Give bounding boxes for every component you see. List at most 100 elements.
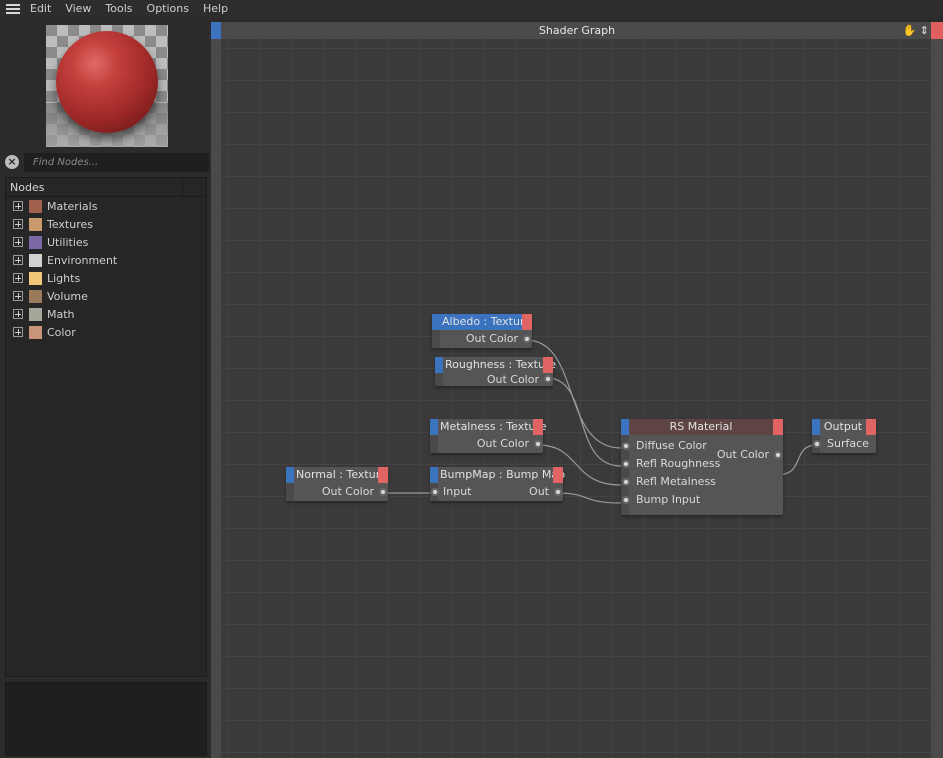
tree-item-utilities[interactable]: Utilities xyxy=(6,233,206,251)
category-list: Materials Textures Utilities Environment Lig… xyxy=(6,197,206,341)
node-title: Output xyxy=(823,420,863,433)
port-label: Refl Roughness xyxy=(636,457,721,470)
expand-icon[interactable] xyxy=(13,255,23,265)
tree-item-environment[interactable]: Environment xyxy=(6,251,206,269)
graph-title-bar: Shader Graph ✋ ⇕ xyxy=(211,22,943,39)
left-panel: × Nodes Materials Textures Utilities Enviro… xyxy=(0,17,211,758)
nodes-header: Nodes xyxy=(6,178,206,197)
tree-item-label: Math xyxy=(47,307,75,321)
roughness-texture-node[interactable]: Roughness : Texture Out Color xyxy=(435,357,556,386)
albedo-texture-node[interactable]: Albedo : Texture Out Color xyxy=(432,314,532,348)
expand-icon[interactable] xyxy=(13,219,23,229)
port-label: Out xyxy=(529,485,549,498)
graph-canvas[interactable]: Albedo : Texture Out Color Roughness : T… xyxy=(221,39,931,758)
menu-options[interactable]: Options xyxy=(147,2,189,15)
category-swatch-icon xyxy=(29,235,42,249)
tree-item-math[interactable]: Math xyxy=(6,305,206,323)
port-label: Input xyxy=(443,485,472,498)
wire-bump-out-bump-input xyxy=(556,492,622,504)
wire-roughness-refl-roughness xyxy=(546,377,622,467)
expand-icon[interactable] xyxy=(13,201,23,211)
tree-item-textures[interactable]: Textures xyxy=(6,215,206,233)
tree-item-label: Lights xyxy=(47,271,81,285)
expand-icon[interactable] xyxy=(13,309,23,319)
output-node[interactable]: Output Surface xyxy=(812,419,876,453)
tree-item-label: Color xyxy=(47,325,76,339)
wire-material-output xyxy=(776,444,818,476)
tree-item-volume[interactable]: Volume xyxy=(6,287,206,305)
out-color-port[interactable] xyxy=(544,375,552,383)
menu-edit[interactable]: Edit xyxy=(30,2,51,15)
surface-port[interactable] xyxy=(813,440,821,448)
normal-texture-node[interactable]: Normal : Texture Out Color xyxy=(286,467,388,501)
move-arrows-icon[interactable]: ⇕ xyxy=(920,24,929,37)
category-swatch-icon xyxy=(29,307,42,321)
connection-wires xyxy=(382,339,818,504)
nodes-tree: Nodes Materials Textures Utilities Environm… xyxy=(5,177,207,677)
tree-item-label: Volume xyxy=(47,289,88,303)
title-left-tab[interactable] xyxy=(211,22,221,39)
category-swatch-icon xyxy=(29,325,42,339)
tree-item-label: Textures xyxy=(47,217,93,231)
tree-item-lights[interactable]: Lights xyxy=(6,269,206,287)
port-row: Out Color xyxy=(432,330,532,348)
pan-hand-icon[interactable]: ✋ xyxy=(903,24,917,37)
diffuse-color-port[interactable] xyxy=(622,442,630,450)
hamburger-menu-icon[interactable] xyxy=(6,3,20,14)
tree-item-label: Utilities xyxy=(47,235,89,249)
tree-item-label: Environment xyxy=(47,253,118,267)
port-row: Input Out xyxy=(430,483,563,501)
rs-material-node[interactable]: RS Material Diffuse Color Refl Roughness… xyxy=(621,419,783,515)
graph-title: Shader Graph xyxy=(538,24,616,37)
refl-roughness-port[interactable] xyxy=(622,460,630,468)
input-port[interactable] xyxy=(431,488,439,496)
tree-item-color[interactable]: Color xyxy=(6,323,206,341)
category-swatch-icon xyxy=(29,289,42,303)
category-swatch-icon xyxy=(29,217,42,231)
preview-sphere xyxy=(56,31,158,133)
node-title: Metalness : Texture xyxy=(440,420,547,433)
port-label: Out Color xyxy=(486,373,539,386)
port-label: Bump Input xyxy=(636,493,701,506)
node-title: RS Material xyxy=(669,420,733,433)
shader-graph-window: Shader Graph ✋ ⇕ Albedo : Texture Out Co… xyxy=(211,22,943,758)
bumpmap-node[interactable]: BumpMap : Bump Map Input Out xyxy=(430,467,565,501)
expand-icon[interactable] xyxy=(13,291,23,301)
title-right-tab[interactable] xyxy=(931,22,943,39)
metalness-texture-node[interactable]: Metalness : Texture Out Color xyxy=(430,419,547,453)
out-color-port[interactable] xyxy=(774,451,782,459)
menu-view[interactable]: View xyxy=(65,2,91,15)
node-title: Normal : Texture xyxy=(296,468,387,481)
port-row: Out Color xyxy=(286,483,388,501)
tree-item-materials[interactable]: Materials xyxy=(6,197,206,215)
out-color-port[interactable] xyxy=(523,335,531,343)
port-label: Diffuse Color xyxy=(636,439,707,452)
port-row: Out Color xyxy=(435,373,553,386)
column-divider[interactable] xyxy=(182,178,183,197)
clear-search-icon[interactable]: × xyxy=(5,155,19,169)
expand-icon[interactable] xyxy=(13,237,23,247)
port-label: Out Color xyxy=(476,437,529,450)
material-preview xyxy=(46,25,168,147)
out-color-port[interactable] xyxy=(534,440,542,448)
port-row: Bump Input xyxy=(621,491,783,509)
expand-icon[interactable] xyxy=(13,273,23,283)
graph-right-strip xyxy=(931,39,943,758)
refl-metalness-port[interactable] xyxy=(622,478,630,486)
bump-input-port[interactable] xyxy=(622,496,630,504)
node-title: Albedo : Texture xyxy=(442,315,532,328)
tree-item-label: Materials xyxy=(47,199,98,213)
expand-icon[interactable] xyxy=(13,327,23,337)
menu-help[interactable]: Help xyxy=(203,2,228,15)
port-row: Out Color xyxy=(430,435,543,453)
find-nodes-input[interactable] xyxy=(24,153,209,172)
node-search: × xyxy=(4,153,209,173)
menu-tools[interactable]: Tools xyxy=(105,2,132,15)
out-port[interactable] xyxy=(554,488,562,496)
category-swatch-icon xyxy=(29,199,42,213)
out-color-port[interactable] xyxy=(379,488,387,496)
output-label: Out Color xyxy=(716,448,769,461)
node-title: Roughness : Texture xyxy=(445,358,556,371)
node-info-panel xyxy=(5,682,207,756)
port-label: Surface xyxy=(827,437,869,450)
